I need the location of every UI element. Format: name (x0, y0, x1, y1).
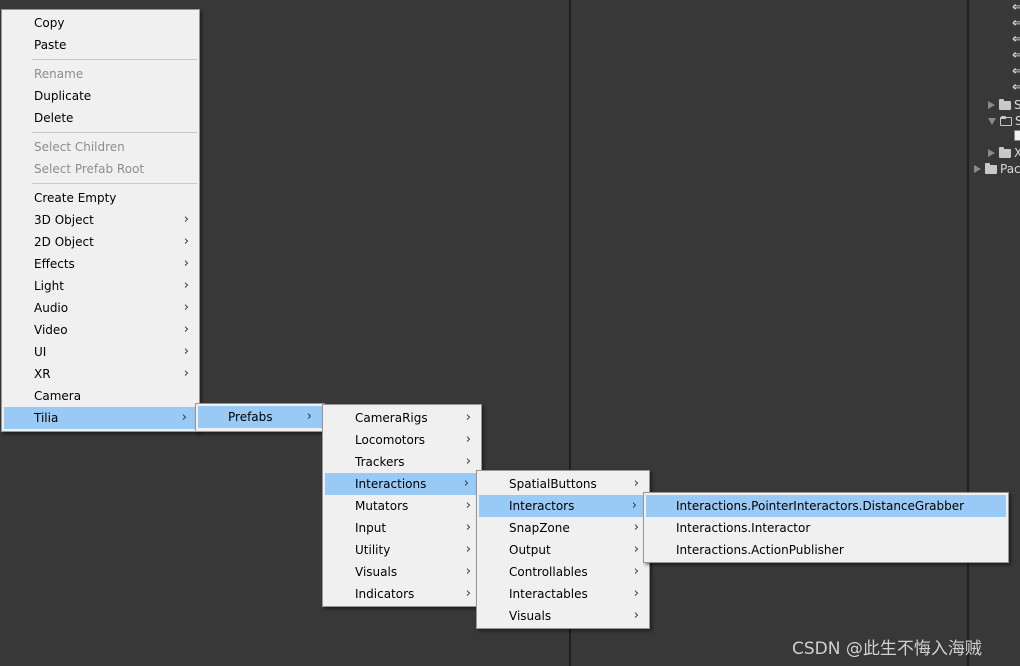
menu-item-camera[interactable]: Camera (2, 385, 199, 407)
folder-icon (985, 162, 997, 174)
submenu-arrow-icon: › (183, 256, 189, 271)
submenu-arrow-icon: › (183, 366, 189, 381)
hierarchy-row-label: S (1015, 114, 1020, 128)
context-menu: Copy Paste Rename Duplicate Delete Selec… (1, 9, 200, 432)
submenu-arrow-icon: › (183, 278, 189, 293)
script-file-icon (1014, 130, 1020, 141)
menu-item-delete[interactable]: Delete (2, 107, 199, 129)
menu-item-light[interactable]: Light › (2, 275, 199, 297)
menu-separator (32, 132, 197, 133)
submenu-arrow-icon: › (183, 322, 189, 337)
watermark: CSDN @此生不悔入海贼 (792, 639, 982, 659)
menu-item-rename: Rename (34, 67, 84, 81)
expand-arrow-icon[interactable] (988, 149, 995, 157)
hierarchy-row[interactable]: S (988, 97, 1020, 113)
hierarchy-panel: ⇐ ⇐ ⇐ ⇐ ⇐ ⇐ S S X Pac (970, 0, 1020, 666)
menu-separator (32, 183, 197, 184)
folder-icon (999, 98, 1011, 110)
submenu-arrow-icon: › (183, 234, 189, 249)
submenu-arrow-icon: › (633, 586, 639, 601)
hierarchy-row-label: S (1014, 98, 1020, 112)
submenu-arrow-icon: › (465, 542, 471, 557)
submenu-arrow-icon: › (633, 542, 639, 557)
menu-item-copy[interactable]: Copy (2, 12, 199, 34)
submenu-arrow-icon: › (181, 410, 187, 425)
menu-item-mutators[interactable]: Mutators › (323, 495, 481, 517)
hierarchy-row[interactable]: X (988, 145, 1020, 161)
menu-item-video[interactable]: Video › (2, 319, 199, 341)
menu-item-interactor[interactable]: Interactions.Interactor (644, 517, 1008, 539)
menu-item-snapzone[interactable]: SnapZone › (477, 517, 649, 539)
menu-item-interactions[interactable]: Interactions › (325, 473, 479, 495)
prefab-arrow-icon: ⇐ (1012, 16, 1020, 31)
menu-item-create-empty[interactable]: Create Empty (2, 187, 199, 209)
menu-item-interactables[interactable]: Interactables › (477, 583, 649, 605)
menu-separator (32, 59, 197, 60)
menu-item-locomotors[interactable]: Locomotors › (323, 429, 481, 451)
submenu-arrow-icon: › (633, 564, 639, 579)
folder-icon (999, 146, 1011, 158)
submenu-arrow-icon: › (465, 498, 471, 513)
expand-arrow-icon[interactable] (988, 101, 995, 109)
submenu-arrow-icon: › (633, 608, 639, 623)
menu-item-output[interactable]: Output › (477, 539, 649, 561)
menu-item-tilia[interactable]: Tilia › (4, 407, 197, 429)
menu-item-camerarigs[interactable]: CameraRigs › (323, 407, 481, 429)
menu-item-interactions-visuals[interactable]: Visuals › (477, 605, 649, 627)
prefab-arrow-icon: ⇐ (1012, 64, 1020, 79)
submenu-arrow-icon: › (465, 454, 471, 469)
menu-item-select-children: Select Children (34, 140, 125, 154)
submenu-arrow-icon: › (465, 432, 471, 447)
hierarchy-row-label: X (1014, 146, 1020, 160)
menu-item-controllables[interactable]: Controllables › (477, 561, 649, 583)
submenu-arrow-icon: › (465, 586, 471, 601)
submenu-arrow-icon: › (463, 476, 469, 491)
interactors-submenu: Interactions.PointerInteractors.Distance… (643, 492, 1009, 563)
menu-item-select-prefab-root: Select Prefab Root (34, 162, 145, 176)
menu-item-trackers[interactable]: Trackers › (323, 451, 481, 473)
menu-item-input[interactable]: Input › (323, 517, 481, 539)
menu-item-prefabs[interactable]: Prefabs › (198, 406, 322, 428)
menu-item-distancegrabber[interactable]: Interactions.PointerInteractors.Distance… (646, 495, 1006, 517)
menu-item-ui[interactable]: UI › (2, 341, 199, 363)
submenu-arrow-icon: › (183, 300, 189, 315)
submenu-arrow-icon: › (631, 498, 637, 513)
menu-item-utility[interactable]: Utility › (323, 539, 481, 561)
menu-item-indicators[interactable]: Indicators › (323, 583, 481, 605)
menu-item-visuals[interactable]: Visuals › (323, 561, 481, 583)
menu-item-interactors[interactable]: Interactors › (479, 495, 647, 517)
menu-item-actionpublisher[interactable]: Interactions.ActionPublisher (644, 539, 1008, 561)
menu-item-effects[interactable]: Effects › (2, 253, 199, 275)
panel-divider-right (967, 0, 969, 666)
submenu-arrow-icon: › (465, 520, 471, 535)
prefab-arrow-icon: ⇐ (1012, 0, 1020, 15)
submenu-arrow-icon: › (183, 344, 189, 359)
menu-item-2d-object[interactable]: 2D Object › (2, 231, 199, 253)
submenu-arrow-icon: › (306, 409, 312, 424)
menu-item-3d-object[interactable]: 3D Object › (2, 209, 199, 231)
menu-item-spatialbuttons[interactable]: SpatialButtons › (477, 473, 649, 495)
folder-open-icon (1000, 115, 1012, 126)
submenu-arrow-icon: › (183, 212, 189, 227)
hierarchy-row-label: Pac (1000, 162, 1020, 176)
submenu-arrow-icon: › (633, 520, 639, 535)
prefab-arrow-icon: ⇐ (1012, 32, 1020, 47)
collapse-arrow-icon[interactable] (988, 117, 996, 125)
prefab-arrow-icon: ⇐ (1012, 80, 1020, 95)
menu-item-xr[interactable]: XR › (2, 363, 199, 385)
hierarchy-row[interactable]: S (988, 113, 1020, 129)
submenu-arrow-icon: › (633, 476, 639, 491)
hierarchy-row[interactable]: Pac (974, 161, 1020, 177)
interactions-submenu: SpatialButtons › Interactors › SnapZone › O… (476, 470, 650, 629)
prefabs-submenu: CameraRigs › Locomotors › Trackers › Intera… (322, 404, 482, 607)
menu-item-duplicate[interactable]: Duplicate (2, 85, 199, 107)
prefab-arrow-icon: ⇐ (1012, 48, 1020, 63)
submenu-arrow-icon: › (465, 410, 471, 425)
submenu-arrow-icon: › (465, 564, 471, 579)
expand-arrow-icon[interactable] (974, 165, 981, 173)
menu-item-audio[interactable]: Audio › (2, 297, 199, 319)
menu-item-paste[interactable]: Paste (2, 34, 199, 56)
tilia-submenu: Prefabs › (195, 403, 325, 432)
